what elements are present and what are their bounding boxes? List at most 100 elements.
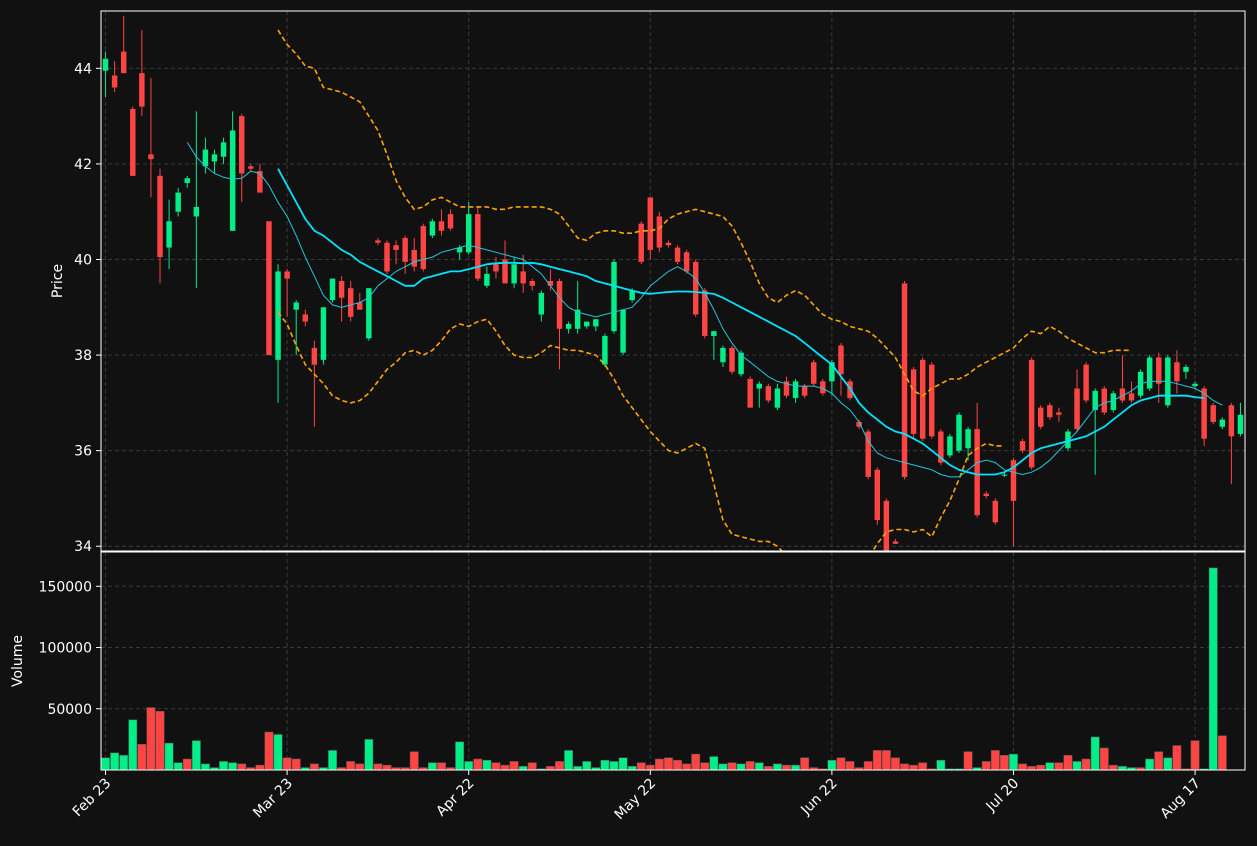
volume-bar <box>500 764 510 770</box>
candle-body <box>220 142 227 157</box>
candle-body <box>910 369 917 434</box>
volume-bar <box>981 761 991 770</box>
volume-bar <box>1045 762 1055 770</box>
price-tick-label: 42 <box>74 157 92 173</box>
volume-bar <box>863 761 873 770</box>
volume-bar <box>1145 758 1155 770</box>
volume-bar <box>119 755 129 770</box>
candle-body <box>774 388 781 408</box>
candle-body <box>284 271 290 279</box>
volume-bar <box>291 758 301 770</box>
volume-bar <box>1036 764 1046 770</box>
volume-bar <box>110 752 120 770</box>
volume-bar <box>1081 758 1091 770</box>
candle-body <box>1210 405 1216 422</box>
x-tick-label: Feb 23 <box>70 776 115 821</box>
candle-body <box>1101 388 1107 413</box>
x-tick-label: Apr 22 <box>433 776 477 820</box>
volume-bar <box>273 734 283 770</box>
candle-body <box>465 214 472 253</box>
volume-bar <box>891 757 900 770</box>
candle-body <box>248 166 254 169</box>
volume-bar <box>990 750 1000 770</box>
candle-body <box>801 386 808 396</box>
candle-body <box>901 283 908 477</box>
candle-body <box>102 58 109 71</box>
volume-bar <box>881 750 891 770</box>
volume-bar <box>1099 747 1109 770</box>
candle-body <box>229 130 236 231</box>
price-tick-label: 38 <box>74 348 92 364</box>
volume-bar <box>682 763 692 770</box>
candle-body <box>602 335 608 365</box>
volume-bar <box>627 766 637 770</box>
candle-body <box>792 381 799 399</box>
candle-body <box>565 324 572 329</box>
volume-bars <box>101 567 1227 770</box>
volume-bar <box>482 759 492 770</box>
volume-bar <box>1154 751 1164 770</box>
candle-body <box>338 281 345 298</box>
candle-body <box>293 302 299 310</box>
candle-body <box>683 252 690 272</box>
volume-bar <box>328 750 337 770</box>
candle-body <box>411 249 417 267</box>
candle-body <box>593 319 599 327</box>
candle-body <box>820 381 826 394</box>
candle-body <box>1183 367 1189 372</box>
volume-bar <box>963 751 973 770</box>
volume-bar <box>346 761 356 770</box>
volume-bar <box>491 762 501 770</box>
volume-bar <box>473 758 483 770</box>
volume-bar <box>464 761 474 770</box>
candle-body <box>647 197 654 250</box>
volume-bar <box>573 766 583 770</box>
candle-body <box>239 116 245 174</box>
volume-bar <box>754 762 764 770</box>
volume-bar <box>164 742 174 770</box>
volume-bar <box>219 761 228 770</box>
candle-body <box>420 226 427 270</box>
volume-bar <box>1217 735 1227 770</box>
candle-body <box>1174 362 1180 382</box>
volume-bar <box>800 757 810 770</box>
stock-chart: 34 36 38 40 42 44 50000 100000 150000 Feb 23 Mar 2… <box>10 10 1246 823</box>
volume-bar <box>1054 762 1064 770</box>
candle-body <box>1237 414 1244 434</box>
volume-bar <box>282 757 292 770</box>
candle-body <box>1128 393 1135 401</box>
volume-bar <box>1090 736 1100 770</box>
volume-bar <box>200 763 210 770</box>
candle-body <box>811 362 817 384</box>
volume-bar <box>555 761 564 770</box>
candle-body <box>1074 388 1080 430</box>
volume-bar <box>1108 764 1118 770</box>
volume-bar <box>1163 757 1173 770</box>
volume-tick-label: 100000 <box>39 641 92 657</box>
candle-body <box>1146 357 1153 389</box>
candle-body <box>720 347 726 363</box>
candle-body <box>1110 393 1117 411</box>
volume-bar <box>527 762 537 770</box>
volume-bar <box>173 762 183 770</box>
volume-bar <box>1018 763 1027 770</box>
volume-bar <box>564 750 574 770</box>
volume-bar <box>309 763 319 770</box>
candle-body <box>956 414 962 451</box>
volume-bar <box>609 761 619 770</box>
candle-body <box>1037 407 1044 427</box>
volume-bar <box>1190 740 1200 770</box>
candles <box>102 15 1244 551</box>
volume-bar <box>827 759 837 770</box>
volume-bar <box>427 762 437 770</box>
volume-bar <box>373 763 383 770</box>
volume-tick-label: 50000 <box>47 702 92 718</box>
candle-body <box>529 281 535 286</box>
volume-tick-label: 150000 <box>39 579 92 595</box>
candle-body <box>511 264 517 284</box>
volume-bar <box>355 763 365 770</box>
volume-bar <box>909 764 919 770</box>
grid-lines <box>101 11 1245 770</box>
candle-body <box>357 302 363 310</box>
volume-bar <box>264 731 274 770</box>
